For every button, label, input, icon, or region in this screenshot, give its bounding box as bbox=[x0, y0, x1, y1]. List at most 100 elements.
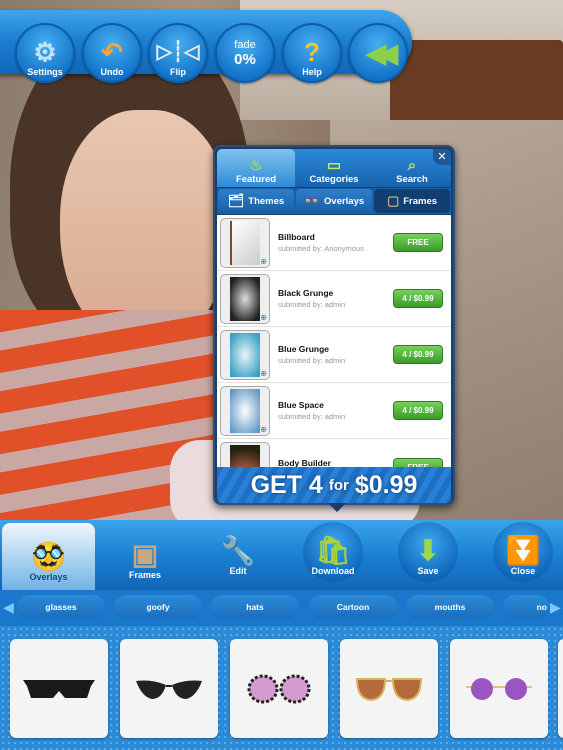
overlay-item-partial[interactable] bbox=[558, 639, 563, 738]
price-button[interactable]: 4 / $0.99 bbox=[393, 345, 443, 364]
fade-button[interactable]: fade 0% bbox=[215, 23, 275, 83]
blue-grunge-preview bbox=[230, 332, 260, 377]
item-submitter: submitted by: admin bbox=[278, 412, 346, 421]
banner-price: $0.99 bbox=[354, 470, 418, 499]
tab-categories-label: Categories bbox=[309, 174, 359, 185]
subtab-overlays[interactable]: 👓 Overlays bbox=[296, 189, 372, 213]
overlay-item-peace-sunglasses[interactable] bbox=[450, 639, 548, 738]
close-button[interactable]: ⏬ Close bbox=[493, 522, 553, 582]
save-button[interactable]: ⬇ Save bbox=[398, 522, 458, 582]
flip-button[interactable]: ▷┊◁ Flip bbox=[148, 23, 208, 83]
overlays-tab[interactable]: 🥸 Overlays bbox=[2, 523, 95, 590]
question-icon: ? bbox=[304, 37, 320, 67]
tab-search-label: Search bbox=[396, 174, 428, 185]
overlay-item-cateye-sunglasses[interactable] bbox=[120, 639, 218, 738]
edit-tab[interactable]: 🔧 Edit bbox=[195, 520, 281, 590]
price-button[interactable]: FREE bbox=[393, 233, 443, 252]
collapse-button[interactable]: ◀◀ bbox=[348, 23, 408, 83]
item-thumbnail[interactable]: ⊕ bbox=[220, 273, 270, 324]
frames-tab[interactable]: ▣ Frames bbox=[100, 520, 190, 590]
double-arrow-left-icon: ◀◀ bbox=[366, 37, 398, 68]
help-label: Help bbox=[302, 67, 322, 77]
shopping-bag-icon: 🛍 bbox=[315, 535, 351, 566]
item-name: Blue Space bbox=[278, 400, 324, 410]
undo-button[interactable]: ↶ Undo bbox=[82, 23, 142, 83]
frame-icon: ▢ bbox=[386, 193, 400, 208]
category-mouths[interactable]: mouths bbox=[406, 595, 494, 619]
price-button[interactable]: 4 / $0.99 bbox=[393, 289, 443, 308]
edit-label: Edit bbox=[229, 566, 247, 576]
banner-get: GET 4 bbox=[250, 470, 323, 499]
item-name: Blue Grunge bbox=[278, 344, 330, 354]
promo-banner[interactable]: GET 4 for $0.99 bbox=[217, 467, 451, 503]
scroll-left-icon[interactable]: ◀ bbox=[3, 599, 14, 616]
item-thumbnail[interactable]: ⊕ bbox=[220, 385, 270, 436]
search-icon: ⌕ bbox=[407, 157, 417, 174]
price-button[interactable]: FREE bbox=[393, 458, 443, 467]
frames-label: Frames bbox=[128, 570, 162, 580]
scroll-right-icon[interactable]: ▶ bbox=[550, 599, 561, 616]
top-toolbar: ⚙ Settings ↶ Undo ▷┊◁ Flip fade 0% ? Help ◀◀ bbox=[0, 10, 412, 83]
settings-button[interactable]: ⚙ Settings bbox=[15, 23, 75, 83]
subtab-overlays-label: Overlays bbox=[324, 195, 365, 207]
item-thumbnail[interactable]: ⊕ bbox=[220, 329, 270, 380]
list-item[interactable]: ⊕ Blue Grunge submitted by: admin 4 / $0.… bbox=[217, 327, 451, 383]
overlay-item-shield-sunglasses[interactable] bbox=[10, 639, 108, 738]
list-item[interactable]: ⊕ Blue Space submitted by: admin 4 / $0.9… bbox=[217, 383, 451, 439]
category-cartoon[interactable]: Cartoon bbox=[309, 595, 397, 619]
price-button[interactable]: 4 / $0.99 bbox=[393, 401, 443, 420]
item-thumbnail[interactable]: ⊕ bbox=[220, 217, 270, 268]
store-list[interactable]: ⊕ Billboard submitted by: Anonymous FREE … bbox=[217, 215, 451, 467]
sunglasses-icon bbox=[136, 680, 202, 699]
overlay-item-aviator-sunglasses[interactable] bbox=[340, 639, 438, 738]
list-item[interactable]: ⊕ Black Grunge submitted by: admin 4 / $0… bbox=[217, 271, 451, 327]
item-thumbnail[interactable] bbox=[220, 442, 270, 467]
zoom-icon: ⊕ bbox=[260, 424, 267, 434]
close-icon: ✕ bbox=[437, 151, 447, 163]
list-item[interactable]: ⊕ Billboard submitted by: Anonymous FREE bbox=[217, 215, 451, 271]
store-tabs: ♨ Featured ▭ Categories ⌕ Search bbox=[217, 149, 451, 187]
zoom-icon: ⊕ bbox=[260, 312, 267, 322]
disguise-glasses-icon: 🥸 bbox=[31, 541, 66, 572]
zoom-icon: ⊕ bbox=[260, 256, 267, 266]
undo-label: Undo bbox=[100, 67, 124, 77]
item-name: Billboard bbox=[278, 232, 315, 242]
blue-space-preview bbox=[230, 388, 260, 433]
item-name: Body Builder bbox=[278, 458, 331, 467]
close-popup-button[interactable]: ✕ bbox=[433, 149, 451, 165]
fade-label: fade bbox=[234, 38, 256, 51]
banner-for: for bbox=[328, 476, 349, 494]
undo-icon: ↶ bbox=[101, 37, 123, 67]
category-goofy[interactable]: goofy bbox=[114, 595, 202, 619]
subtab-themes[interactable]: 🗂 Themes bbox=[218, 189, 294, 213]
body-builder-preview bbox=[230, 445, 260, 467]
wrench-icon: 🔧 bbox=[220, 535, 256, 566]
subtab-frames-label: Frames bbox=[403, 195, 438, 207]
overlays-label: Overlays bbox=[29, 572, 68, 582]
help-button[interactable]: ? Help bbox=[282, 23, 342, 83]
category-partial[interactable]: no bbox=[503, 595, 549, 619]
flame-icon: ♨ bbox=[249, 157, 263, 174]
tab-categories[interactable]: ▭ Categories bbox=[295, 149, 373, 187]
overlay-item-zebra-sunglasses[interactable] bbox=[230, 639, 328, 738]
settings-label: Settings bbox=[27, 67, 63, 77]
gear-icon: ⚙ bbox=[33, 37, 57, 67]
subtab-frames[interactable]: ▢ Frames bbox=[374, 189, 450, 213]
category-glasses[interactable]: glasses bbox=[17, 595, 105, 619]
tab-featured-label: Featured bbox=[235, 174, 277, 185]
category-strip[interactable]: ◀ glasses goofy hats Cartoon mouths no ▶ bbox=[0, 590, 563, 626]
category-hats[interactable]: hats bbox=[211, 595, 299, 619]
download-button[interactable]: 🛍 Download bbox=[303, 522, 363, 582]
flip-label: Flip bbox=[170, 67, 186, 77]
zoom-icon: ⊕ bbox=[260, 368, 267, 378]
item-submitter: submitted by: Anonymous bbox=[278, 244, 364, 253]
list-item[interactable]: Body Builder FREE bbox=[217, 439, 451, 467]
black-grunge-preview bbox=[230, 276, 260, 321]
flip-icon: ▷┊◁ bbox=[156, 41, 200, 63]
disguise-glasses-icon: 👓 bbox=[303, 193, 321, 208]
store-subtabs: 🗂 Themes 👓 Overlays ▢ Frames bbox=[217, 188, 451, 214]
tab-featured[interactable]: ♨ Featured bbox=[217, 149, 295, 187]
item-name: Black Grunge bbox=[278, 288, 334, 298]
popup-pointer bbox=[328, 503, 346, 512]
item-submitter: submitted by: admin bbox=[278, 300, 346, 309]
